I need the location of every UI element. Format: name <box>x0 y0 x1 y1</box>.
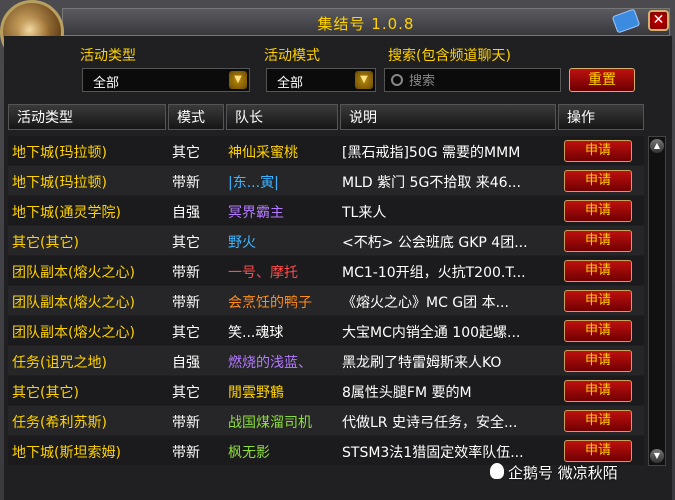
apply-button[interactable]: 申请 <box>564 380 632 402</box>
row-leader: 会烹饪的鸭子 <box>228 295 312 311</box>
row-leader: 冥界霸主 <box>228 205 284 221</box>
chevron-down-icon[interactable]: ▼ <box>229 71 247 89</box>
row-activity-type: 任务(诅咒之地) <box>12 355 107 371</box>
row-leader: 野火 <box>228 235 256 251</box>
row-description: 代做LR 史诗弓任务，安全... <box>342 415 518 431</box>
activity-type-label: 活动类型 <box>80 48 136 64</box>
activity-mode-label: 活动模式 <box>264 48 320 64</box>
header-leader[interactable]: 队长 <box>226 104 338 130</box>
apply-button[interactable]: 申请 <box>564 350 632 372</box>
row-description: STSM3法1猎固定效率队伍... <box>342 445 524 461</box>
row-description: MLD 紫门 5G不拾取 来46... <box>342 175 521 191</box>
row-activity-type: 团队副本(熔火之心) <box>12 265 135 281</box>
row-mode: 带新 <box>172 445 200 461</box>
scrollbar[interactable]: ▲ ▼ <box>648 136 666 466</box>
row-leader: |东...寅| <box>228 175 279 191</box>
row-description: 黑龙刷了特雷姆斯来人KO <box>342 355 502 371</box>
row-mode: 其它 <box>172 385 200 401</box>
table-row[interactable]: 任务(诅咒之地) 自强 燃烧的浅蓝、 黑龙刷了特雷姆斯来人KO 申请 <box>8 346 644 375</box>
scroll-up-icon[interactable]: ▲ <box>650 139 664 153</box>
activity-type-dropdown[interactable]: 全部 ▼ <box>82 68 250 92</box>
scroll-down-icon[interactable]: ▼ <box>650 449 664 463</box>
apply-button[interactable]: 申请 <box>564 320 632 342</box>
row-leader: 枫无影 <box>228 445 270 461</box>
row-description: 《熔火之心》MC G团 本... <box>342 295 509 311</box>
header-mode[interactable]: 模式 <box>168 104 224 130</box>
row-activity-type: 团队副本(熔火之心) <box>12 325 135 341</box>
row-mode: 自强 <box>172 205 200 221</box>
row-leader: 神仙采蜜桃 <box>228 145 298 161</box>
apply-button[interactable]: 申请 <box>564 200 632 222</box>
row-description: MC1-10开组，火抗T200.T... <box>342 265 526 281</box>
row-activity-type: 地下城(玛拉顿) <box>12 145 107 161</box>
row-activity-type: 地下城(斯坦索姆) <box>12 445 121 461</box>
reset-button[interactable]: 重置 <box>569 68 635 92</box>
apply-button[interactable]: 申请 <box>564 260 632 282</box>
row-mode: 其它 <box>172 325 200 341</box>
row-mode: 其它 <box>172 145 200 161</box>
row-activity-type: 其它(其它) <box>12 385 79 401</box>
row-description: TL来人 <box>342 205 387 221</box>
apply-button[interactable]: 申请 <box>564 230 632 252</box>
penguin-icon <box>490 463 504 479</box>
row-mode: 带新 <box>172 265 200 281</box>
apply-button[interactable]: 申请 <box>564 410 632 432</box>
row-description: 大宝MC内销全通 100起螺... <box>342 325 521 341</box>
table-row[interactable]: 团队副本(熔火之心) 其它 笑...魂球 大宝MC内销全通 100起螺... 申请 <box>8 316 644 345</box>
row-mode: 带新 <box>172 415 200 431</box>
search-icon <box>391 74 403 86</box>
header-description[interactable]: 说明 <box>340 104 556 130</box>
title-bar[interactable]: 集结号 1.0.8 <box>62 8 670 36</box>
table-row[interactable]: 其它(其它) 其它 野火 <不朽> 公会班底 GKP 4团... 申请 <box>8 226 644 255</box>
row-leader: 笑...魂球 <box>228 325 284 341</box>
row-description: 8属性头腿FM 要的M <box>342 385 472 401</box>
row-activity-type: 地下城(玛拉顿) <box>12 175 107 191</box>
row-leader: 閒雲野鶴 <box>228 385 284 401</box>
search-label: 搜索(包含频道聊天) <box>388 48 511 64</box>
apply-button[interactable]: 申请 <box>564 170 632 192</box>
row-mode: 其它 <box>172 235 200 251</box>
close-button[interactable]: ✕ <box>648 10 669 31</box>
chevron-down-icon[interactable]: ▼ <box>355 71 373 89</box>
header-activity-type[interactable]: 活动类型 <box>8 104 166 130</box>
row-leader: 战国煤溜司机 <box>228 415 312 431</box>
row-activity-type: 其它(其它) <box>12 235 79 251</box>
row-leader: 一号、摩托 <box>228 265 298 281</box>
apply-button[interactable]: 申请 <box>564 440 632 462</box>
table-row[interactable]: 地下城(玛拉顿) 带新 |东...寅| MLD 紫门 5G不拾取 来46... 申请 <box>8 166 644 195</box>
activity-mode-value: 全部 <box>277 76 304 91</box>
activity-mode-dropdown[interactable]: 全部 ▼ <box>266 68 376 92</box>
watermark: 企鹅号 微凉秋陌 <box>508 464 618 482</box>
row-activity-type: 团队副本(熔火之心) <box>12 295 135 311</box>
table-row[interactable]: 团队副本(熔火之心) 带新 会烹饪的鸭子 《熔火之心》MC G团 本... 申请 <box>8 286 644 315</box>
header-action: 操作 <box>558 104 644 130</box>
addon-frame: 集结号 1.0.8 ✕ 活动类型 全部 ▼ 活动模式 全部 ▼ 搜索(包含频道聊… <box>0 0 675 500</box>
window-title: 集结号 1.0.8 <box>317 15 415 33</box>
row-description: [黑石戒指]50G 需要的MMM <box>342 145 521 161</box>
row-activity-type: 任务(希利苏斯) <box>12 415 107 431</box>
activity-type-value: 全部 <box>93 76 120 91</box>
table-row[interactable]: 任务(希利苏斯) 带新 战国煤溜司机 代做LR 史诗弓任务，安全... 申请 <box>8 406 644 435</box>
table-row[interactable]: 其它(其它) 其它 閒雲野鶴 8属性头腿FM 要的M 申请 <box>8 376 644 405</box>
table-row[interactable]: 团队副本(熔火之心) 带新 一号、摩托 MC1-10开组，火抗T200.T... 申请 <box>8 256 644 285</box>
row-leader: 燃烧的浅蓝、 <box>228 355 312 371</box>
search-box[interactable] <box>384 68 561 92</box>
row-description: <不朽> 公会班底 GKP 4团... <box>342 235 528 251</box>
row-mode: 带新 <box>172 295 200 311</box>
apply-button[interactable]: 申请 <box>564 290 632 312</box>
apply-button[interactable]: 申请 <box>564 140 632 162</box>
table-header: 活动类型 模式 队长 说明 操作 <box>8 104 644 130</box>
search-input[interactable] <box>407 71 561 91</box>
row-mode: 自强 <box>172 355 200 371</box>
table-row[interactable]: 地下城(玛拉顿) 其它 神仙采蜜桃 [黑石戒指]50G 需要的MMM 申请 <box>8 136 644 165</box>
table-row[interactable]: 地下城(通灵学院) 自强 冥界霸主 TL来人 申请 <box>8 196 644 225</box>
row-mode: 带新 <box>172 175 200 191</box>
row-activity-type: 地下城(通灵学院) <box>12 205 121 221</box>
table-row[interactable]: 地下城(斯坦索姆) 带新 枫无影 STSM3法1猎固定效率队伍... 申请 <box>8 436 644 465</box>
